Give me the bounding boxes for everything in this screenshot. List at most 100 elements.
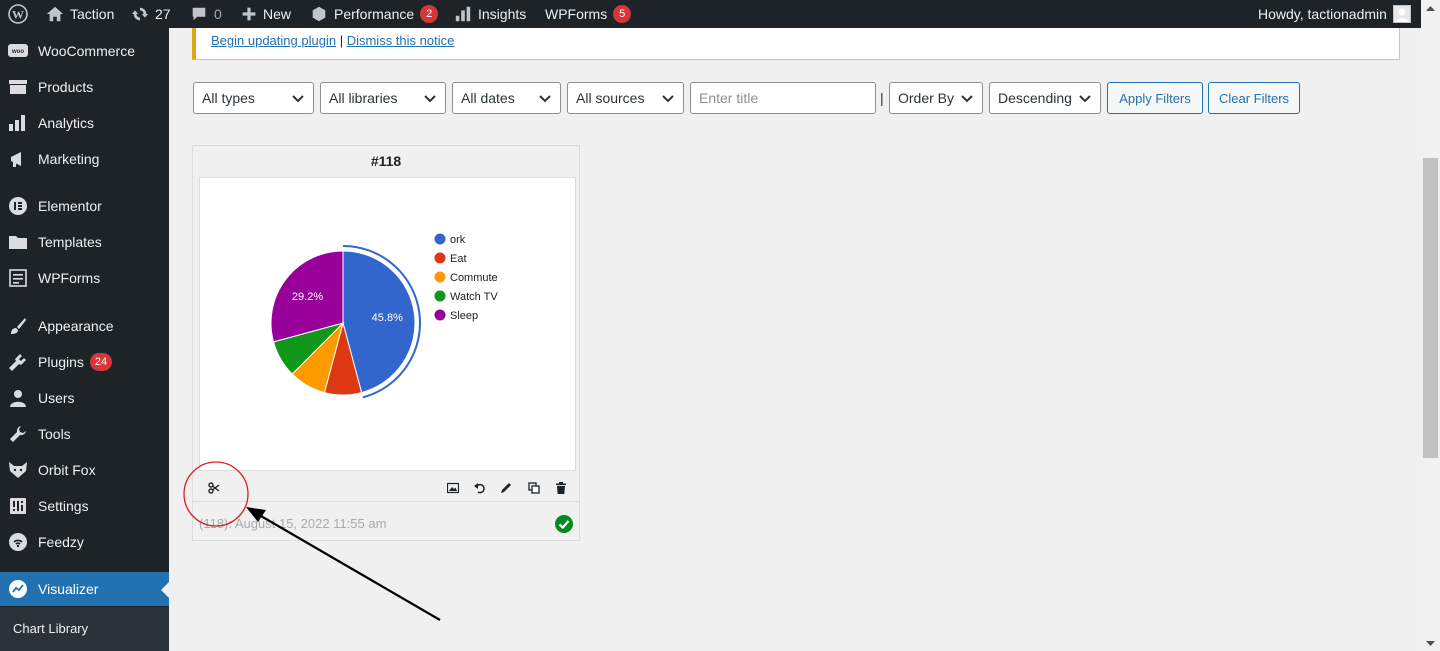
plugin-icon: [8, 352, 28, 372]
edit-icon[interactable]: [499, 481, 513, 495]
performance-link[interactable]: Performance 2: [310, 0, 439, 28]
date-filter-select[interactable]: All dates: [452, 82, 561, 114]
menu-label: Tools: [38, 426, 71, 442]
menu-item-plugins[interactable]: Plugins 24: [0, 345, 169, 379]
wpforms-admin-link[interactable]: WPForms 5: [545, 0, 632, 28]
performance-icon: [312, 6, 326, 22]
trash-icon[interactable]: [554, 481, 568, 495]
comments-link[interactable]: 0: [190, 0, 222, 28]
library-filter-select[interactable]: All libraries: [320, 82, 446, 114]
legend-swatch: [434, 233, 446, 245]
updates-icon: [131, 7, 149, 21]
bar-chart-icon: [8, 113, 28, 133]
undo-icon[interactable]: [473, 481, 487, 495]
form-icon: [8, 268, 28, 288]
admin-sidebar: woo WooCommerce Products Analytics Marke…: [0, 28, 169, 651]
menu-item-orbit-fox[interactable]: Orbit Fox: [0, 453, 169, 487]
menu-label: Feedzy: [38, 534, 84, 550]
order-direction-select[interactable]: Descending: [989, 82, 1101, 114]
menu-label: Elementor: [38, 198, 102, 214]
menu-label: Appearance: [38, 318, 114, 334]
chart-icon: [8, 579, 28, 599]
submenu-item-chart-library[interactable]: Chart Library: [13, 621, 88, 636]
begin-updating-link[interactable]: Begin updating plugin: [211, 33, 336, 48]
image-icon[interactable]: [446, 481, 460, 495]
title-search-input[interactable]: Enter title: [690, 82, 876, 114]
legend-item[interactable]: Commute: [434, 271, 498, 285]
menu-item-elementor[interactable]: Elementor: [0, 189, 169, 223]
notice-separator: |: [339, 33, 344, 48]
legend-item[interactable]: Watch TV: [434, 290, 499, 304]
plus-icon: [242, 7, 256, 21]
menu-item-woocommerce[interactable]: woo WooCommerce: [0, 34, 169, 68]
menu-item-wpforms[interactable]: WPForms: [0, 261, 169, 295]
menu-label: Users: [38, 390, 75, 406]
comments-count: 0: [214, 6, 222, 22]
apply-filters-button[interactable]: Apply Filters: [1107, 82, 1203, 114]
scissors-icon[interactable]: [207, 481, 221, 495]
legend-swatch: [434, 252, 446, 264]
type-filter-select[interactable]: All types: [193, 82, 314, 114]
menu-item-templates[interactable]: Templates: [0, 225, 169, 259]
menu-item-marketing[interactable]: Marketing: [0, 142, 169, 176]
site-name: Taction: [70, 6, 115, 22]
wpforms-badge: 5: [613, 5, 632, 23]
fox-icon: [8, 460, 28, 480]
chevron-down-icon: [423, 92, 437, 106]
title-search-placeholder: Enter title: [699, 90, 759, 106]
wpforms-label: WPForms: [545, 6, 608, 22]
type-filter-value: All types: [202, 90, 255, 106]
menu-label: WooCommerce: [38, 43, 135, 59]
chevron-down-icon: [291, 92, 305, 106]
updates-count: 27: [155, 6, 171, 22]
insights-link[interactable]: Insights: [454, 0, 526, 28]
scrollbar-thumb[interactable]: [1423, 158, 1438, 458]
legend-swatch: [434, 271, 446, 283]
megaphone-icon: [8, 149, 28, 169]
scroll-down-arrow-icon[interactable]: [1426, 639, 1435, 648]
chart-card-footer: (118): August 15, 2022 11:55 am: [193, 501, 579, 541]
menu-label: WPForms: [38, 270, 101, 286]
clear-filters-button[interactable]: Clear Filters: [1208, 82, 1300, 114]
site-name-link[interactable]: Taction: [46, 0, 114, 28]
menu-item-feedzy[interactable]: Feedzy: [0, 525, 169, 559]
admin-bar: W Taction 27 0 New Performance 2 Insight…: [0, 0, 1421, 28]
copy-icon[interactable]: [527, 481, 541, 495]
update-notice: Begin updating plugin | Dismiss this not…: [192, 28, 1400, 60]
updates-link[interactable]: 27: [131, 0, 171, 28]
menu-item-products[interactable]: Products: [0, 70, 169, 104]
menu-item-visualizer[interactable]: Visualizer: [0, 572, 169, 606]
legend-label: Commute: [450, 272, 498, 284]
scroll-up-arrow-icon[interactable]: [1426, 4, 1435, 13]
menu-item-tools[interactable]: Tools: [0, 417, 169, 451]
date-filter-value: All dates: [461, 90, 515, 106]
wordpress-logo-button[interactable]: W: [8, 0, 28, 28]
menu-item-settings[interactable]: Settings: [0, 489, 169, 523]
menu-label: Visualizer: [38, 581, 99, 597]
chart-card-title: #118: [370, 153, 402, 169]
comment-icon: [192, 7, 206, 21]
new-content-link[interactable]: New: [241, 0, 291, 28]
legend-item[interactable]: Sleep: [434, 309, 479, 323]
source-filter-value: All sources: [576, 90, 645, 106]
page-scrollbar[interactable]: [1421, 0, 1440, 651]
avatar: [1392, 5, 1411, 23]
order-direction-value: Descending: [998, 90, 1072, 106]
menu-item-appearance[interactable]: Appearance: [0, 309, 169, 343]
performance-label: Performance: [334, 6, 415, 22]
svg-text:W: W: [12, 8, 24, 22]
legend-item[interactable]: ork: [434, 233, 466, 247]
menu-item-users[interactable]: Users: [0, 381, 169, 415]
order-by-select[interactable]: Order By: [889, 82, 983, 114]
brush-icon: [8, 316, 28, 336]
legend-item[interactable]: Eat: [434, 252, 467, 266]
chart-preview[interactable]: 45.8% 29.2% ork Eat Commute Watch TV Sleep: [199, 177, 576, 471]
menu-label: Products: [38, 79, 94, 95]
dismiss-notice-link[interactable]: Dismiss this notice: [347, 33, 455, 48]
slice-label: 45.8%: [372, 312, 403, 324]
settings-icon: [8, 496, 28, 516]
menu-item-analytics[interactable]: Analytics: [0, 106, 169, 140]
chevron-down-icon: [1078, 92, 1092, 106]
source-filter-select[interactable]: All sources: [567, 82, 684, 114]
account-menu[interactable]: Howdy, tactionadmin: [1258, 0, 1411, 28]
